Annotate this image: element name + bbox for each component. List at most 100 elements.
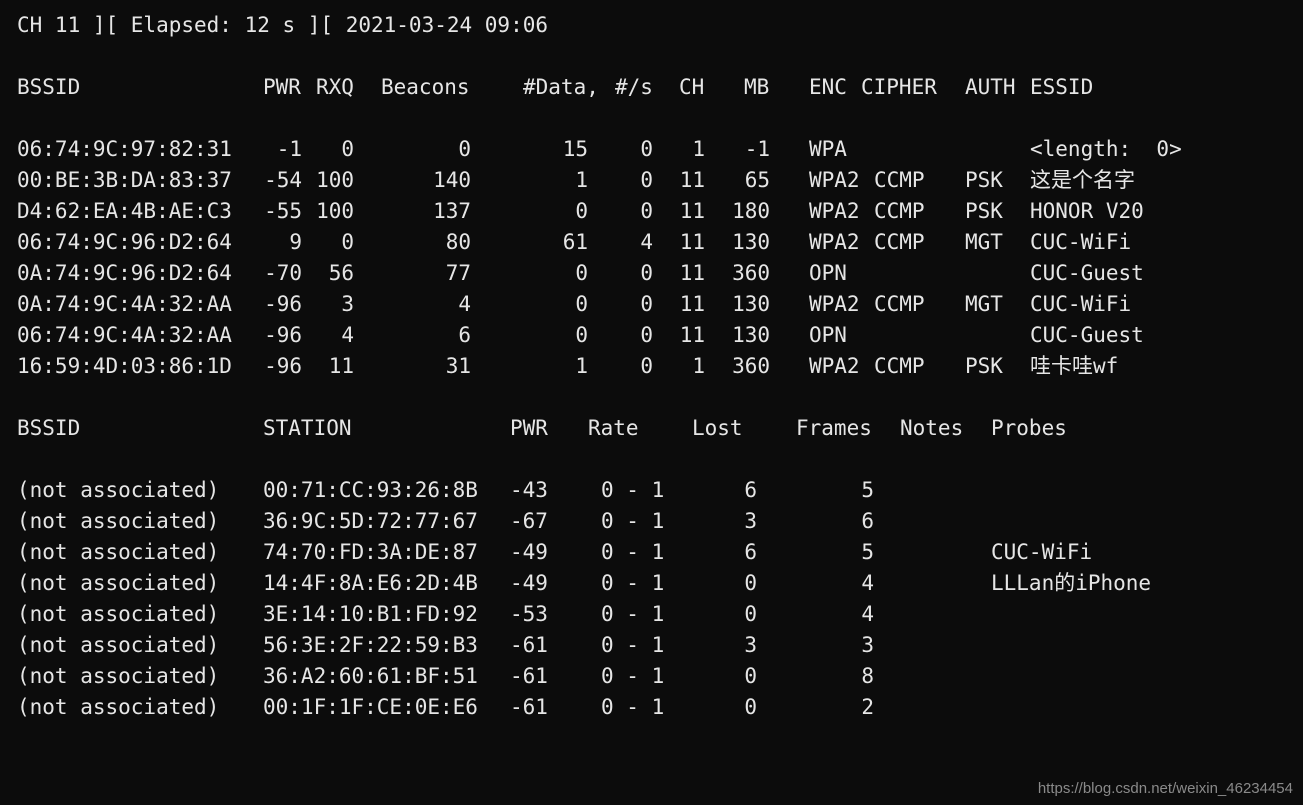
sta-rate: 0 - 1 [601, 571, 665, 595]
sta-header-bssid: BSSID [17, 416, 81, 440]
sta-station: 74:70:FD:3A:DE:87 [263, 540, 478, 564]
ap-bssid: 06:74:9C:4A:32:AA [17, 323, 232, 347]
ap-essid: CUC-WiFi [1030, 230, 1132, 254]
ap-ch: 11 [679, 199, 705, 223]
sta-rate: 0 - 1 [601, 540, 665, 564]
sta-header-probes: Probes [991, 416, 1067, 440]
sta-lost: 6 [744, 478, 757, 502]
sta-frames: 4 [861, 602, 874, 626]
ap-bssid: D4:62:EA:4B:AE:C3 [17, 199, 232, 223]
sta-header-pwr: PWR [510, 416, 548, 440]
ap-cipher: CCMP [874, 199, 925, 223]
sta-bssid: (not associated) [17, 664, 220, 688]
sta-frames: 5 [861, 540, 874, 564]
ap-rxq: 100 [316, 199, 354, 223]
ap-beacons: 140 [433, 168, 471, 192]
sta-lost: 3 [744, 633, 757, 657]
sta-bssid: (not associated) [17, 540, 220, 564]
sta-lost: 6 [744, 540, 757, 564]
ap-per-s: 4 [640, 230, 653, 254]
ap-table-row: D4:62:EA:4B:AE:C3 -55 100 137 0 0 11 180 WPA2 CCM… [17, 196, 1287, 227]
sta-lost: 3 [744, 509, 757, 533]
ap-per-s: 0 [640, 323, 653, 347]
ap-header-rxq: RXQ [316, 75, 354, 99]
ap-rxq: 56 [328, 261, 354, 285]
ap-auth: MGT [965, 230, 1003, 254]
station-table-row: (not associated) 00:1F:1F:CE:0E:E6 -61 0 - … [17, 692, 1287, 723]
ap-data: 0 [575, 292, 588, 316]
ap-mb: 180 [732, 199, 770, 223]
ap-mb: -1 [744, 137, 770, 161]
ap-beacons: 137 [433, 199, 471, 223]
sta-probes: CUC-WiFi [991, 540, 1093, 564]
ap-bssid: 06:74:9C:97:82:31 [17, 137, 232, 161]
ap-pwr: -55 [264, 199, 302, 223]
ap-header-essid: ESSID [1030, 75, 1094, 99]
ap-mb: 130 [732, 323, 770, 347]
ap-per-s: 0 [640, 168, 653, 192]
ap-auth: PSK [965, 199, 1003, 223]
sta-probes: LLLan的iPhone [991, 571, 1152, 595]
sta-frames: 4 [861, 571, 874, 595]
ap-beacons: 4 [458, 292, 471, 316]
ap-header-auth: AUTH [965, 75, 1016, 99]
ap-cipher: CCMP [874, 292, 925, 316]
ap-pwr: -1 [276, 137, 302, 161]
sta-station: 36:9C:5D:72:77:67 [263, 509, 478, 533]
ap-ch: 1 [692, 354, 705, 378]
ap-mb: 360 [732, 354, 770, 378]
ap-pwr: 9 [289, 230, 302, 254]
ap-pwr: -96 [264, 354, 302, 378]
ap-beacons: 0 [458, 137, 471, 161]
ap-table-row: 16:59:4D:03:86:1D -96 11 31 1 0 1 360 WPA2 CCMP PS… [17, 351, 1287, 382]
ap-per-s: 0 [640, 292, 653, 316]
ap-essid: <length: 0> [1030, 137, 1182, 161]
sta-bssid: (not associated) [17, 509, 220, 533]
sta-frames: 6 [861, 509, 874, 533]
ap-pwr: -96 [264, 323, 302, 347]
station-table-row: (not associated) 36:9C:5D:72:77:67 -67 0 - … [17, 506, 1287, 537]
station-table-row: (not associated) 74:70:FD:3A:DE:87 -49 0 - … [17, 537, 1287, 568]
ap-cipher: CCMP [874, 230, 925, 254]
sta-station: 36:A2:60:61:BF:51 [263, 664, 478, 688]
watermark: https://blog.csdn.net/weixin_46234454 [1037, 780, 1293, 797]
ap-per-s: 0 [640, 261, 653, 285]
ap-data: 15 [562, 137, 588, 161]
sta-lost: 0 [744, 695, 757, 719]
sta-station: 14:4F:8A:E6:2D:4B [263, 571, 478, 595]
sta-pwr: -61 [510, 633, 548, 657]
station-table-row: (not associated) 56:3E:2F:22:59:B3 -61 0 - … [17, 630, 1287, 661]
ap-mb: 360 [732, 261, 770, 285]
ap-data: 1 [575, 168, 588, 192]
ap-rxq: 0 [341, 137, 354, 161]
ap-header-pwr: PWR [263, 75, 301, 99]
ap-data: 0 [575, 323, 588, 347]
ap-beacons: 31 [445, 354, 471, 378]
ap-enc: WPA2 [809, 199, 860, 223]
ap-data: 61 [562, 230, 588, 254]
ap-enc: OPN [809, 323, 847, 347]
ap-ch: 11 [679, 230, 705, 254]
sta-header-lost: Lost [692, 416, 743, 440]
sta-rate: 0 - 1 [601, 633, 665, 657]
ap-table-row: 0A:74:9C:4A:32:AA -96 3 4 0 0 11 130 WPA2 CCMP MGT… [17, 289, 1287, 320]
ap-header-per-s: #/s [615, 75, 653, 99]
sta-pwr: -49 [510, 540, 548, 564]
ap-mb: 130 [732, 230, 770, 254]
ap-auth: PSK [965, 168, 1003, 192]
sta-pwr: -61 [510, 664, 548, 688]
ap-table-row: 00:BE:3B:DA:83:37 -54 100 140 1 0 11 65 WPA2 CCMP… [17, 165, 1287, 196]
ap-header-beacons: Beacons [381, 75, 470, 99]
sta-frames: 2 [861, 695, 874, 719]
ap-rxq: 100 [316, 168, 354, 192]
ap-header-data: #Data, [523, 75, 599, 99]
ap-header-mb: MB [744, 75, 770, 99]
ap-enc: WPA2 [809, 292, 860, 316]
ap-rxq: 3 [341, 292, 354, 316]
sta-bssid: (not associated) [17, 571, 220, 595]
ap-essid: CUC-Guest [1030, 261, 1144, 285]
station-table-row: (not associated) 00:71:CC:93:26:8B -43 0 - … [17, 475, 1287, 506]
ap-table-row: 06:74:9C:97:82:31 -1 0 0 15 0 1 -1 WPA <length: 0… [17, 134, 1287, 165]
station-table-header: BSSID STATION PWR Rate Lost Frames Notes… [17, 413, 1287, 444]
sta-header-station: STATION [263, 416, 352, 440]
